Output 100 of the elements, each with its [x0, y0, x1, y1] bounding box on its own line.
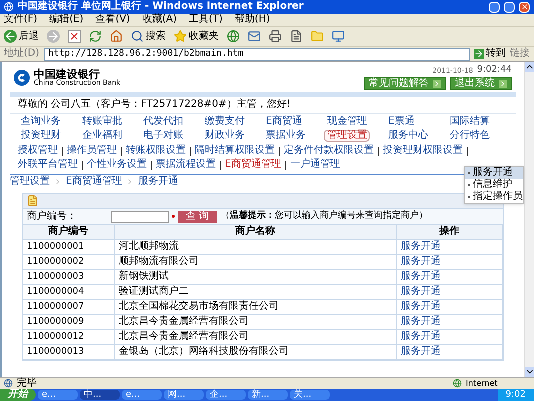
edit-icon[interactable]: [290, 30, 303, 43]
greeting-text: 尊敬的 公司八五（客户号：FT25717228#0#）主管，您好!: [17, 98, 292, 112]
menu-item[interactable]: 工具(T): [189, 15, 223, 25]
star-icon: [174, 30, 187, 43]
nav-tab[interactable]: 国际结算: [446, 116, 493, 128]
subnav-link[interactable]: 操作员管理: [67, 145, 117, 157]
nav-tab[interactable]: 服务中心: [386, 130, 432, 142]
query-button[interactable]: 查 询: [178, 210, 218, 222]
nav-tab[interactable]: 企业福利: [79, 130, 126, 142]
service-link[interactable]: 服务开通: [397, 315, 503, 330]
search-icon: [131, 30, 144, 43]
nav-tab[interactable]: 现金管理: [324, 116, 370, 128]
subnav-link[interactable]: 转账权限设置: [126, 145, 186, 157]
breadcrumb-link[interactable]: 管理设置: [10, 177, 50, 187]
nav-tab[interactable]: E票通: [386, 116, 418, 128]
service-link[interactable]: 服务开通: [397, 300, 503, 315]
table-cell: 顺邦物流有限公司: [115, 255, 397, 270]
service-link[interactable]: 服务开通: [397, 255, 503, 270]
taskbar-button[interactable]: 网...: [164, 390, 204, 400]
side-menu-item[interactable]: 信息维护: [465, 179, 523, 191]
nav-tab[interactable]: 电子对账: [140, 130, 186, 142]
table-cell: 1100000007: [23, 300, 115, 315]
nav-tab[interactable]: 管理设置: [324, 130, 370, 142]
side-menu-item[interactable]: 服务开通: [465, 167, 523, 179]
refresh-icon[interactable]: [89, 30, 102, 43]
scroll-up-icon[interactable]: [525, 62, 534, 72]
arrow-icon: [499, 80, 507, 88]
taskbar-button[interactable]: 新...: [248, 390, 288, 400]
breadcrumb-separator-icon: [54, 178, 62, 186]
hint-text: （温馨提示：您可以输入商户编号来查询指定商户）: [221, 212, 428, 221]
menu-item[interactable]: 收藏(A): [142, 15, 177, 25]
search-button[interactable]: 搜索: [131, 30, 166, 43]
subnav-link[interactable]: E商贸通管理: [225, 159, 282, 171]
scroll-bar[interactable]: [524, 62, 534, 377]
stop-icon[interactable]: [68, 30, 81, 43]
status-text: 完毕: [17, 378, 37, 388]
subnav-link[interactable]: 一户通管理: [290, 159, 340, 171]
nav-tab[interactable]: 财政业务: [202, 130, 248, 142]
address-field[interactable]: http://128.128.96.2:9001/b2bmain.htm: [44, 48, 470, 60]
menu-item[interactable]: 编辑(E): [50, 15, 84, 25]
scroll-down-icon[interactable]: [525, 367, 534, 377]
header-button[interactable]: 常见问题解答: [364, 77, 446, 90]
favorites-button[interactable]: 收藏夹: [174, 30, 219, 43]
service-link[interactable]: 服务开通: [397, 285, 503, 300]
nav-tab[interactable]: 代发代扣: [140, 116, 186, 128]
merchant-id-field[interactable]: [111, 210, 169, 222]
notepad-icon: [27, 195, 39, 207]
breadcrumb-link[interactable]: 服务开通: [138, 177, 178, 187]
arrow-icon: [433, 80, 441, 88]
table-cell: 金银岛（北京）网络科技股份有限公司: [115, 345, 397, 360]
nav-tab[interactable]: 票据业务: [263, 130, 309, 142]
side-menu-item[interactable]: 指定操作员: [465, 191, 523, 203]
nav-tab[interactable]: E商贸通: [263, 116, 306, 128]
close-button[interactable]: [519, 2, 530, 12]
subnav-link[interactable]: 外联平台管理: [18, 159, 78, 171]
taskbar-button[interactable]: e...: [122, 390, 162, 400]
globe-icon: [453, 379, 462, 388]
taskbar-button[interactable]: 中...: [80, 390, 120, 400]
maximize-button[interactable]: [504, 2, 515, 12]
mail-icon[interactable]: [248, 30, 261, 43]
subnav-link[interactable]: 定务件付款权限设置: [284, 145, 374, 157]
subnav-link[interactable]: 授权管理: [18, 145, 58, 157]
close-icon: [520, 3, 528, 11]
subnav-link[interactable]: 个性业务设置: [87, 159, 147, 171]
table-cell: 1100000009: [23, 315, 115, 330]
column-header: 操作: [397, 225, 503, 240]
subnav-link[interactable]: 隔时结算权限设置: [195, 145, 275, 157]
nav-tab[interactable]: 转账审批: [79, 116, 126, 128]
nav-tab[interactable]: 投资理财: [18, 130, 64, 142]
nav-tab[interactable]: 缴费支付: [202, 116, 248, 128]
header-button[interactable]: 退出系统: [450, 77, 512, 90]
taskbar-button[interactable]: e...: [38, 390, 78, 400]
subnav-link[interactable]: 投资理财权限设置: [383, 145, 463, 157]
start-button[interactable]: 开始: [0, 389, 36, 401]
service-link[interactable]: 服务开通: [397, 270, 503, 285]
history-icon[interactable]: [227, 30, 240, 43]
home-icon[interactable]: [110, 30, 123, 43]
clock-text: 9:02: [498, 389, 534, 401]
taskbar-button[interactable]: 企...: [206, 390, 246, 400]
menu-item[interactable]: 文件(F): [4, 15, 38, 25]
minimize-button[interactable]: [489, 2, 500, 12]
nav-tab[interactable]: 分行特色: [446, 130, 493, 142]
nav-tab[interactable]: 查询业务: [18, 116, 64, 128]
page-icon: [4, 379, 13, 388]
go-button[interactable]: 转到: [474, 49, 506, 59]
table-cell: 1100000012: [23, 330, 115, 345]
print-icon[interactable]: [269, 30, 282, 43]
messenger-icon[interactable]: [332, 30, 345, 43]
menu-item[interactable]: 帮助(H): [234, 15, 270, 25]
service-link[interactable]: 服务开通: [397, 345, 503, 360]
back-button[interactable]: 后退: [4, 30, 39, 43]
breadcrumb-link[interactable]: E商贸通管理: [66, 177, 122, 187]
table-cell: 北京昌今贵金属经营有限公司: [115, 330, 397, 345]
table-cell: 1100000004: [23, 285, 115, 300]
taskbar-button[interactable]: 关...: [290, 390, 330, 400]
service-link[interactable]: 服务开通: [397, 330, 503, 345]
menu-item[interactable]: 查看(V): [96, 15, 130, 25]
links-label[interactable]: 链接: [510, 49, 530, 59]
subnav-link[interactable]: 票据流程设置: [156, 159, 216, 171]
service-link[interactable]: 服务开通: [397, 240, 503, 255]
